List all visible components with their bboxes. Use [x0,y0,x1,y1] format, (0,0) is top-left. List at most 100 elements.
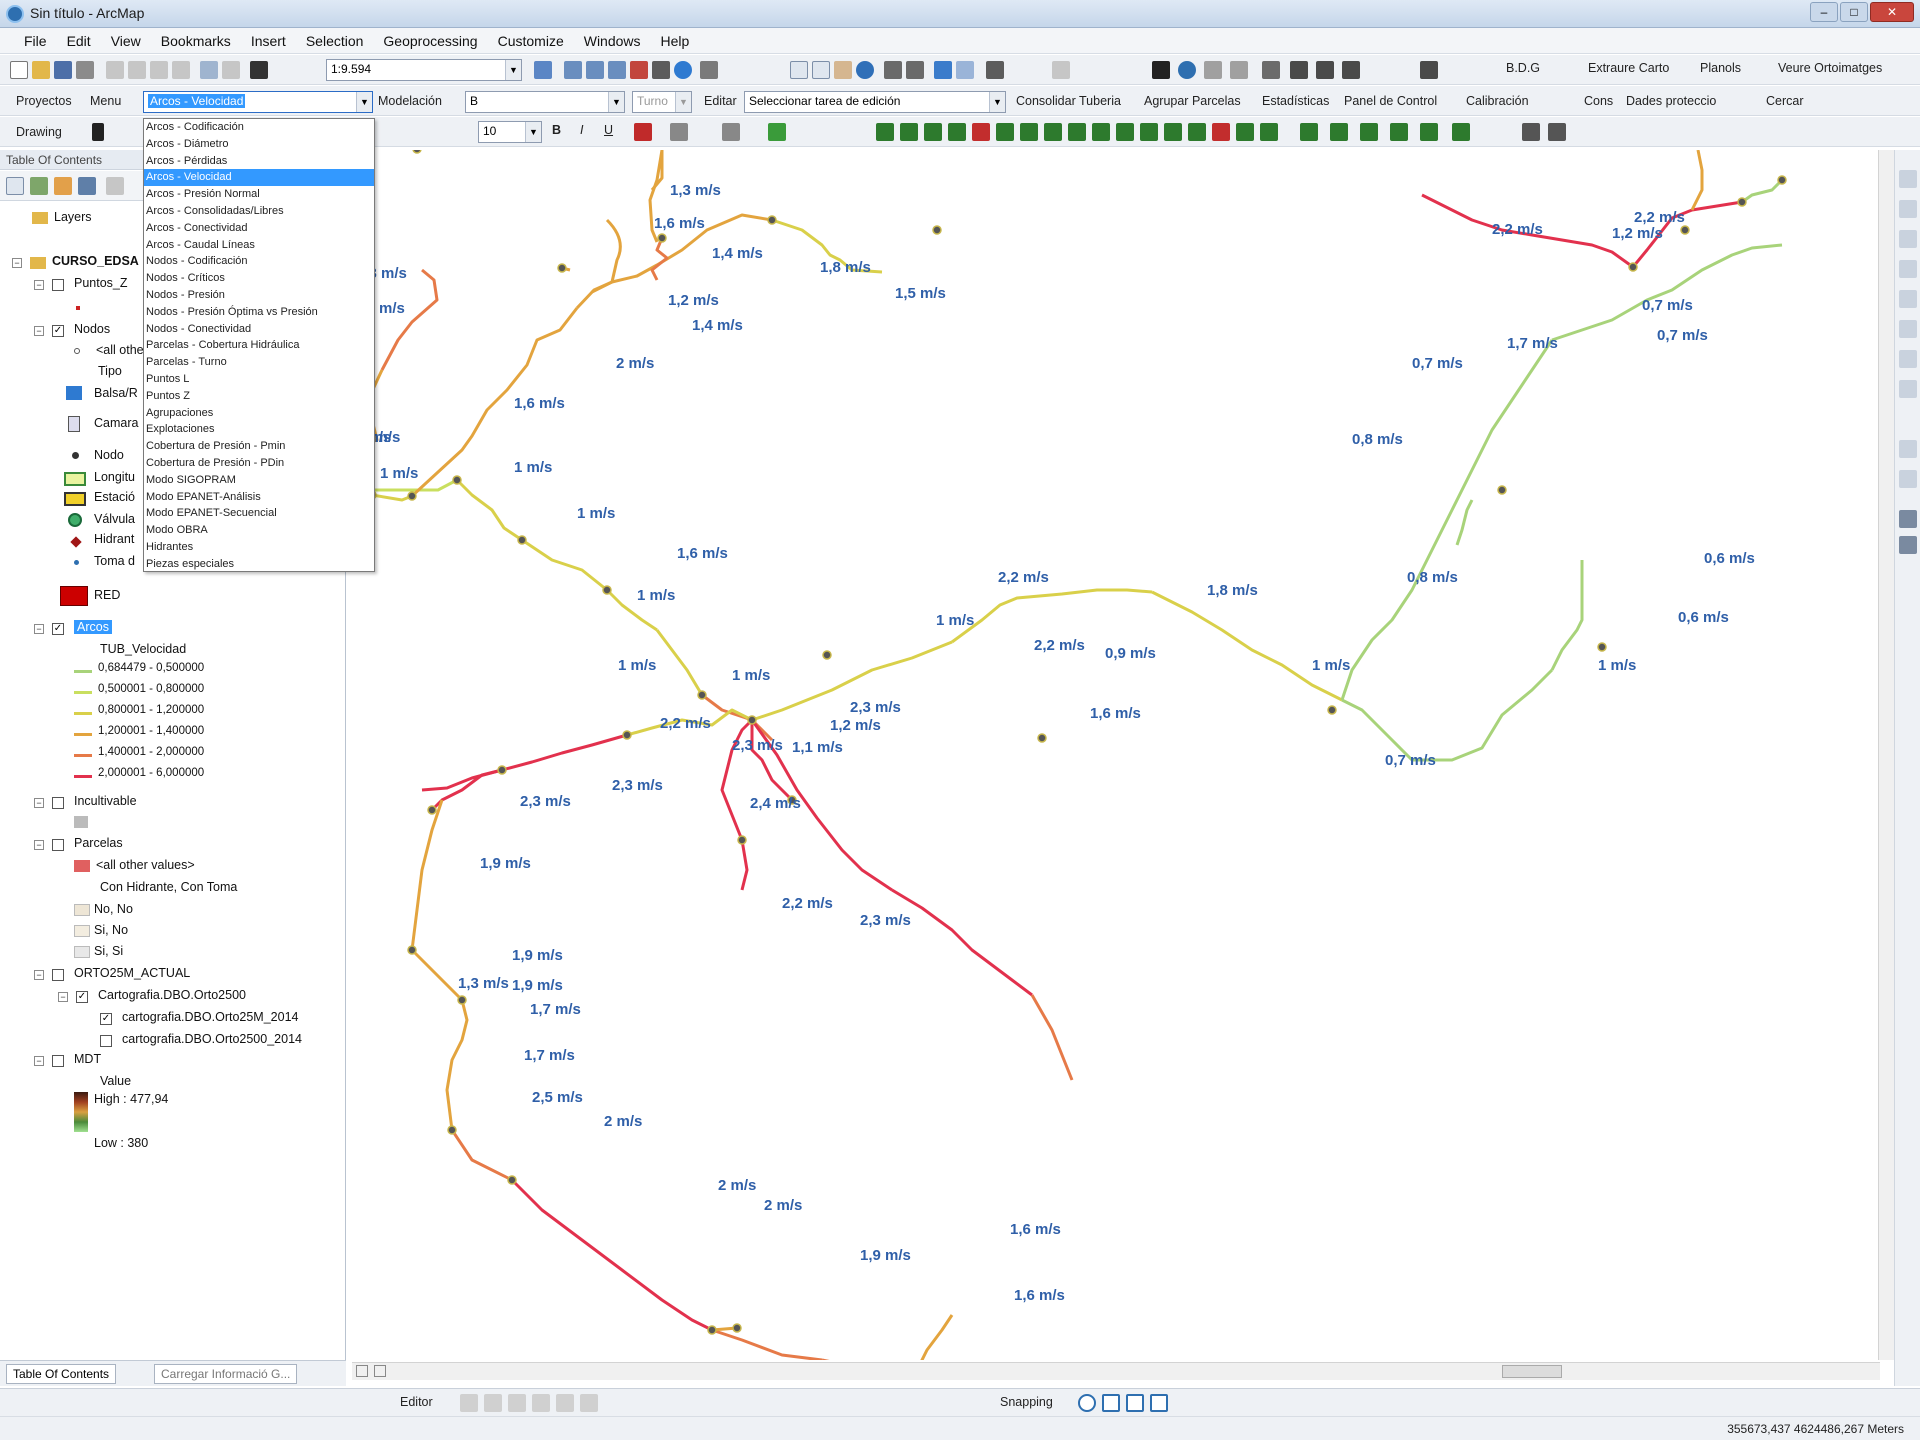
editing-tool-18-icon[interactable] [1300,123,1318,141]
hyperlink-icon[interactable] [1204,61,1222,79]
pin2-dock-icon[interactable] [1899,536,1917,554]
dropdown-option[interactable]: Nodos - Conectividad [144,321,374,338]
model-builder-icon[interactable] [674,61,692,79]
layer-parcelas[interactable]: Parcelas [74,836,123,850]
select-arrow-icon[interactable] [92,123,104,141]
pipe-segment[interactable] [711,1328,823,1362]
end-snapping-icon[interactable] [1102,1394,1120,1412]
editing-tool-1-icon[interactable] [876,123,894,141]
vertex-snapping-icon[interactable] [1126,1394,1144,1412]
layer-cartografia[interactable]: Cartografia.DBO.Orto2500 [98,988,246,1002]
network-node[interactable] [407,945,417,955]
cartografia-checkbox[interactable]: ✓ [76,991,88,1003]
pipe-segment[interactable] [421,733,628,792]
editor-toolbar-icon[interactable] [534,61,552,79]
horizontal-scroll-thumb[interactable] [1502,1365,1562,1378]
full-extent-icon[interactable] [856,61,874,79]
network-node[interactable] [657,233,667,243]
line-color-icon[interactable] [722,123,740,141]
dropdown-option[interactable]: Parcelas - Turno [144,354,374,371]
pipe-segment[interactable] [410,948,464,1002]
map-scale-combo[interactable]: 1:9.594 ▼ [326,59,522,81]
editing-tool-6-icon[interactable] [996,123,1014,141]
layer-red[interactable]: RED [94,588,120,602]
expand-puntos[interactable]: − [34,280,44,290]
carto2-checkbox[interactable] [100,1035,112,1047]
editing-tool-3-icon[interactable] [924,123,942,141]
attributes-dock-icon[interactable] [1899,320,1917,338]
results-dock-icon[interactable] [1899,260,1917,278]
pin-dock-icon[interactable] [1899,510,1917,528]
theme-dropdown-list[interactable]: Arcos - Codificación Arcos - Diámetro Arco… [143,118,375,572]
layers-root[interactable]: Layers [54,210,92,224]
font-color-icon[interactable] [634,123,652,141]
dropdown-option[interactable]: Modo EPANET-Análisis [144,489,374,506]
planols-button[interactable]: Planols [1700,61,1741,75]
expand-mdt[interactable]: − [34,1056,44,1066]
modelacion-label[interactable]: Modelación [378,94,442,108]
menu-help[interactable]: Help [651,33,700,49]
dades-proteccio-button[interactable]: Dades proteccio [1626,94,1716,108]
network-node[interactable] [407,491,417,501]
clear-selection-icon[interactable] [1052,61,1070,79]
network-node[interactable] [557,263,567,273]
tab-carregar-informacio[interactable]: Carregar Informació G... [154,1364,298,1384]
fill-color-icon[interactable] [670,123,688,141]
list-by-selection-icon[interactable] [78,177,96,195]
editing-tool-17-icon[interactable] [1260,123,1278,141]
extraure-carto-button[interactable]: Extraure Carto [1588,61,1669,75]
expand-nodos[interactable]: − [34,326,44,336]
editor-menu[interactable]: Editor [400,1395,433,1409]
arcos-checkbox[interactable]: ✓ [52,623,64,635]
layout-view-icon[interactable] [356,1365,368,1377]
modelacion-combo[interactable]: B ▼ [465,91,625,113]
editing-tool-25-icon[interactable] [1548,123,1566,141]
layer-nodos[interactable]: Nodos [74,322,110,336]
network-node[interactable] [707,1325,717,1335]
dropdown-option[interactable]: Hidrantes [144,539,374,556]
network-node[interactable] [1597,642,1607,652]
editing-tool-20-icon[interactable] [1360,123,1378,141]
pipe-segment[interactable] [740,839,749,891]
network-node[interactable] [447,1125,457,1135]
pipe-segment[interactable] [1690,149,1704,211]
pipe-segment[interactable] [891,888,1033,997]
expand-incultivable[interactable]: − [34,798,44,808]
pipe-segment[interactable] [510,1178,713,1332]
network-node[interactable] [497,765,507,775]
fixed-zoom-in-icon[interactable] [884,61,902,79]
turno-combo[interactable]: Turno ▼ [632,91,692,113]
pipe-segment[interactable] [455,478,523,542]
menu-geoprocessing[interactable]: Geoprocessing [373,33,487,49]
menu-selection[interactable]: Selection [296,33,374,49]
pipe-segment[interactable] [1455,499,1474,546]
dropdown-option[interactable]: Cobertura de Presión - Pmin [144,438,374,455]
network-node[interactable] [767,215,777,225]
editing-tool-10-icon[interactable] [1092,123,1110,141]
select-features-icon[interactable] [986,61,1004,79]
expand-cartografia[interactable]: − [58,992,68,1002]
pipe-segment[interactable] [430,768,503,812]
panel-control-button[interactable]: Panel de Control [1344,94,1437,108]
dropdown-option[interactable]: Arcos - Consolidadas/Libres [144,203,374,220]
snapping-menu[interactable]: Snapping [1000,1395,1053,1409]
save-icon[interactable] [54,61,72,79]
incultivable-checkbox[interactable] [52,797,64,809]
layer-orto[interactable]: ORTO25M_ACTUAL [74,966,190,980]
network-node[interactable] [602,585,612,595]
cut-icon[interactable] [106,61,124,79]
pipe-segment[interactable] [521,538,658,632]
table-of-contents-icon[interactable] [564,61,582,79]
expand-orto[interactable]: − [34,970,44,980]
layout-icon[interactable] [1420,61,1438,79]
mdt-checkbox[interactable] [52,1055,64,1067]
arctoolbox-icon[interactable] [630,61,648,79]
network-node[interactable] [1628,262,1638,272]
dropdown-option[interactable]: Arcos - Presión Normal [144,186,374,203]
maximize-button[interactable]: □ [1840,2,1868,22]
back-extent-icon[interactable] [934,61,952,79]
pipe-segment[interactable] [1151,590,1343,702]
editing-tool-9-icon[interactable] [1068,123,1086,141]
dropdown-option[interactable]: Modo SIGOPRAM [144,472,374,489]
vertical-scrollbar[interactable] [1878,150,1894,1360]
